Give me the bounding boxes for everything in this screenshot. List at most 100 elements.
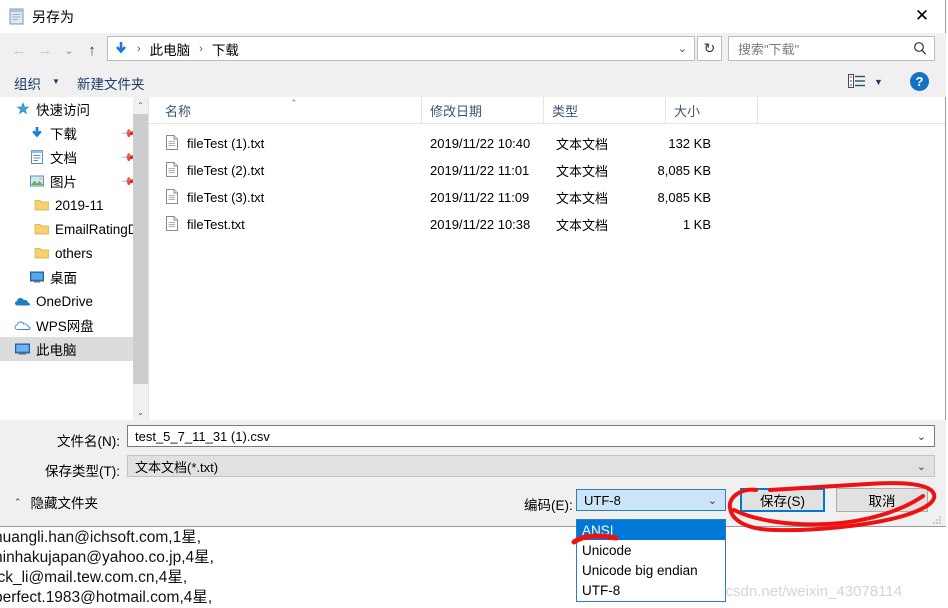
sidebar-item-this-pc[interactable]: 此电脑: [0, 337, 148, 361]
scroll-down-icon[interactable]: ⌄: [133, 404, 148, 420]
sidebar-item-label: 文档: [50, 151, 77, 166]
notepad-icon: [9, 8, 24, 25]
up-icon[interactable]: ↑: [83, 41, 101, 59]
title-bar: 另存为 ✕: [0, 0, 945, 34]
encoding-label: 编码(E):: [524, 498, 573, 513]
chevron-down-icon[interactable]: ▼: [874, 77, 883, 87]
chevron-up-icon: ⌃: [14, 496, 22, 507]
navpane-scrollbar[interactable]: ⌃ ⌄: [133, 97, 148, 420]
organize-button[interactable]: 组织: [14, 73, 41, 93]
cancel-button[interactable]: 取消: [836, 488, 928, 512]
encoding-option-unicode[interactable]: Unicode: [577, 540, 725, 560]
column-header-date[interactable]: 修改日期: [421, 97, 543, 123]
view-layout-icon[interactable]: [848, 74, 866, 89]
sidebar-item-label: 下载: [50, 127, 77, 142]
text-file-icon: [166, 162, 178, 177]
background-line: huangli.han@ichsoft.com,1星,: [0, 529, 202, 546]
sidebar-item-emailratingdo[interactable]: EmailRatingDo: [0, 217, 148, 241]
scrollbar-thumb[interactable]: [133, 114, 148, 384]
wps-cloud-icon: [14, 317, 31, 334]
filetype-combo[interactable]: 文本文档(*.txt) ⌄: [127, 455, 935, 477]
chevron-down-icon[interactable]: ▼: [52, 77, 60, 86]
file-date: 2019/11/22 11:01: [430, 162, 530, 178]
document-icon: [28, 149, 45, 166]
encoding-combo[interactable]: UTF-8 ⌄: [576, 489, 726, 511]
save-button[interactable]: 保存(S): [740, 488, 825, 512]
onedrive-cloud-icon: [14, 293, 31, 310]
search-placeholder: 搜索"下载": [738, 42, 800, 57]
column-label: 类型: [552, 103, 579, 119]
recent-locations-icon[interactable]: ⌄: [60, 41, 78, 59]
encoding-dropdown-list[interactable]: ANSI Unicode Unicode big endian UTF-8: [576, 519, 726, 602]
sidebar-item-onedrive[interactable]: OneDrive: [0, 289, 148, 313]
column-label: 名称: [165, 103, 192, 119]
sidebar-item-label: WPS网盘: [36, 319, 94, 334]
column-header-name[interactable]: 名称: [149, 97, 421, 123]
column-header-spacer: [757, 97, 945, 123]
file-size: 1 KB: [682, 216, 711, 232]
resize-grip-icon[interactable]: [931, 512, 942, 524]
save-form-area: 文件名(N): test_5_7_11_31 (1).csv ⌄ 保存类型(T)…: [0, 420, 946, 526]
file-date: 2019/11/22 10:38: [430, 216, 531, 232]
file-list-pane: 名称 ⌃ 修改日期 类型 大小 fileTest (1).txt 2019/11…: [149, 97, 945, 420]
file-name: fileTest (1).txt: [187, 135, 265, 151]
filename-input[interactable]: test_5_7_11_31 (1).csv ⌄: [127, 425, 935, 447]
save-as-dialog: 另存为 ✕ ← → ⌄ ↑ › 此电脑 › 下载 ⌄ ↻ 搜索"下载" 组织 ▼…: [0, 0, 946, 527]
search-icon: [913, 41, 927, 59]
table-row[interactable]: fileTest (2).txt 2019/11/22 11:01 文本文档 8…: [149, 159, 945, 181]
sidebar-item-documents[interactable]: 文档 📌: [0, 145, 148, 169]
file-size: 8,085 KB: [657, 162, 712, 178]
column-header-row: 名称 ⌃ 修改日期 类型 大小: [149, 97, 945, 124]
text-file-icon: [166, 189, 178, 204]
table-row[interactable]: fileTest.txt 2019/11/22 10:38 文本文档 1 KB: [149, 213, 945, 235]
breadcrumb-this-pc[interactable]: 此电脑: [150, 39, 191, 59]
column-label: 大小: [674, 103, 701, 119]
refresh-icon[interactable]: ↻: [697, 36, 722, 61]
chevron-down-icon[interactable]: ⌄: [708, 494, 717, 507]
close-icon[interactable]: ✕: [899, 0, 945, 32]
encoding-option-unicode-big-endian[interactable]: Unicode big endian: [577, 560, 725, 580]
breadcrumb-separator: ›: [199, 42, 203, 55]
file-name: fileTest.txt: [187, 216, 245, 232]
column-label: 修改日期: [430, 103, 483, 119]
scroll-up-icon[interactable]: ⌃: [133, 97, 148, 113]
back-icon[interactable]: ←: [10, 41, 28, 59]
background-line: perfect.1983@hotmail.com,4星,: [0, 589, 213, 606]
search-box[interactable]: 搜索"下载": [728, 36, 935, 61]
breadcrumb-separator: ›: [137, 42, 141, 55]
encoding-option-utf8[interactable]: UTF-8: [577, 580, 725, 600]
filename-label: 文件名(N):: [57, 434, 120, 449]
sidebar-item-others[interactable]: others: [0, 241, 148, 265]
sidebar-item-desktop[interactable]: 桌面: [0, 265, 148, 289]
table-row[interactable]: fileTest (3).txt 2019/11/22 11:09 文本文档 8…: [149, 186, 945, 208]
sidebar-item-pictures[interactable]: 图片 📌: [0, 169, 148, 193]
pictures-icon: [28, 173, 45, 190]
column-header-type[interactable]: 类型: [543, 97, 665, 123]
filetype-value: 文本文档(*.txt): [135, 459, 219, 475]
new-folder-button[interactable]: 新建文件夹: [77, 73, 145, 93]
sidebar-item-quick-access[interactable]: 快速访问: [0, 97, 148, 121]
file-date: 2019/11/22 11:09: [430, 189, 530, 205]
chevron-down-icon[interactable]: ⌄: [678, 42, 687, 55]
column-header-size[interactable]: 大小: [665, 97, 757, 123]
address-bar[interactable]: › 此电脑 › 下载 ⌄: [107, 36, 695, 61]
this-pc-icon: [14, 341, 31, 358]
folder-icon: [33, 197, 50, 214]
filename-value: test_5_7_11_31 (1).csv: [135, 428, 270, 444]
encoding-value: UTF-8: [584, 492, 621, 508]
desktop-icon: [28, 269, 45, 286]
sidebar-item-downloads[interactable]: 下载 📌: [0, 121, 148, 145]
forward-icon[interactable]: →: [36, 41, 54, 59]
chevron-down-icon[interactable]: ⌄: [917, 460, 926, 473]
sidebar-item-2019-11[interactable]: 2019-11: [0, 193, 148, 217]
background-text-block: huangli.han@ichsoft.com,1星, hinhakujapan…: [0, 528, 214, 608]
breadcrumb-downloads[interactable]: 下载: [212, 39, 239, 59]
table-row[interactable]: fileTest (1).txt 2019/11/22 10:40 文本文档 1…: [149, 132, 945, 154]
help-icon[interactable]: ?: [910, 72, 929, 91]
encoding-option-ansi[interactable]: ANSI: [577, 520, 725, 540]
sidebar-item-wps-cloud[interactable]: WPS网盘: [0, 313, 148, 337]
hide-folders-label: 隐藏文件夹: [30, 496, 99, 511]
hide-folders-toggle[interactable]: ⌃ 隐藏文件夹: [14, 492, 98, 512]
command-toolbar: 组织 ▼ 新建文件夹 ▼ ?: [0, 66, 946, 97]
chevron-down-icon[interactable]: ⌄: [917, 430, 926, 443]
